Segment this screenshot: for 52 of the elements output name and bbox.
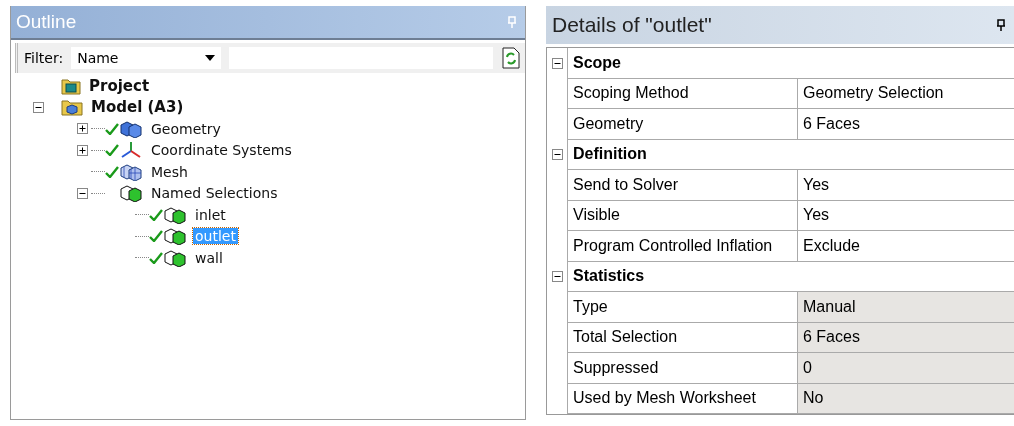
property-name: Used by Mesh Worksheet [567, 383, 797, 414]
panel-title: Details of "outlet" [552, 13, 712, 37]
collapse-icon[interactable] [551, 271, 563, 283]
group-header[interactable]: Statistics [567, 261, 1014, 292]
expand-icon[interactable] [77, 123, 88, 135]
tree-item[interactable]: Named Selections [149, 185, 280, 202]
property-value[interactable]: 6 Faces [797, 109, 1014, 140]
property-value[interactable]: Yes [797, 200, 1014, 231]
refresh-icon[interactable] [501, 47, 521, 69]
tree-item[interactable]: wall [193, 249, 225, 266]
property-name: Program Controlled Inflation [567, 231, 797, 262]
collapse-icon[interactable] [33, 101, 44, 113]
filter-dropdown[interactable]: Name [71, 47, 222, 69]
property-value[interactable]: Exclude [797, 231, 1014, 262]
property-name: Type [567, 292, 797, 323]
property-name: Geometry [567, 109, 797, 140]
property-value: No [797, 383, 1014, 414]
property-name: Scoping Method [567, 78, 797, 109]
tree-item[interactable]: Model (A3) [89, 98, 186, 117]
property-value[interactable]: Geometry Selection [797, 78, 1014, 109]
property-name: Send to Solver [567, 170, 797, 201]
tree-item[interactable]: inlet [193, 206, 228, 223]
group-header[interactable]: Scope [567, 48, 1014, 79]
tree-item[interactable]: Geometry [149, 120, 223, 137]
tree-item[interactable]: Project [87, 76, 152, 95]
cubes-icon [119, 184, 143, 203]
property-value: Manual [797, 292, 1014, 323]
cubes-icon [163, 248, 187, 267]
caret-icon [205, 55, 216, 61]
property-name: Total Selection [567, 322, 797, 353]
cubes-icon [163, 227, 187, 246]
tree-item[interactable]: Mesh [149, 163, 190, 180]
property-value: 6 Faces [797, 322, 1014, 353]
folder-icon [61, 76, 81, 95]
cubes-icon [163, 205, 187, 224]
folder-icon [61, 98, 83, 117]
group-header[interactable]: Definition [567, 139, 1014, 170]
filter-label: Filter: [24, 50, 64, 66]
property-value: 0 [797, 353, 1014, 384]
expand-icon[interactable] [77, 144, 88, 156]
collapse-icon[interactable] [551, 57, 563, 69]
collapse-icon[interactable] [551, 149, 563, 161]
mesh-cubes-icon [119, 162, 143, 181]
property-name: Suppressed [567, 353, 797, 384]
panel-title: Outline [16, 11, 77, 33]
property-name: Visible [567, 200, 797, 231]
cubes-icon [119, 119, 143, 138]
pin-icon[interactable] [996, 19, 1006, 31]
axes-icon [119, 141, 143, 160]
tree-item[interactable]: Coordinate Systems [149, 142, 294, 159]
property-value[interactable]: Yes [797, 170, 1014, 201]
collapse-icon[interactable] [77, 187, 88, 199]
